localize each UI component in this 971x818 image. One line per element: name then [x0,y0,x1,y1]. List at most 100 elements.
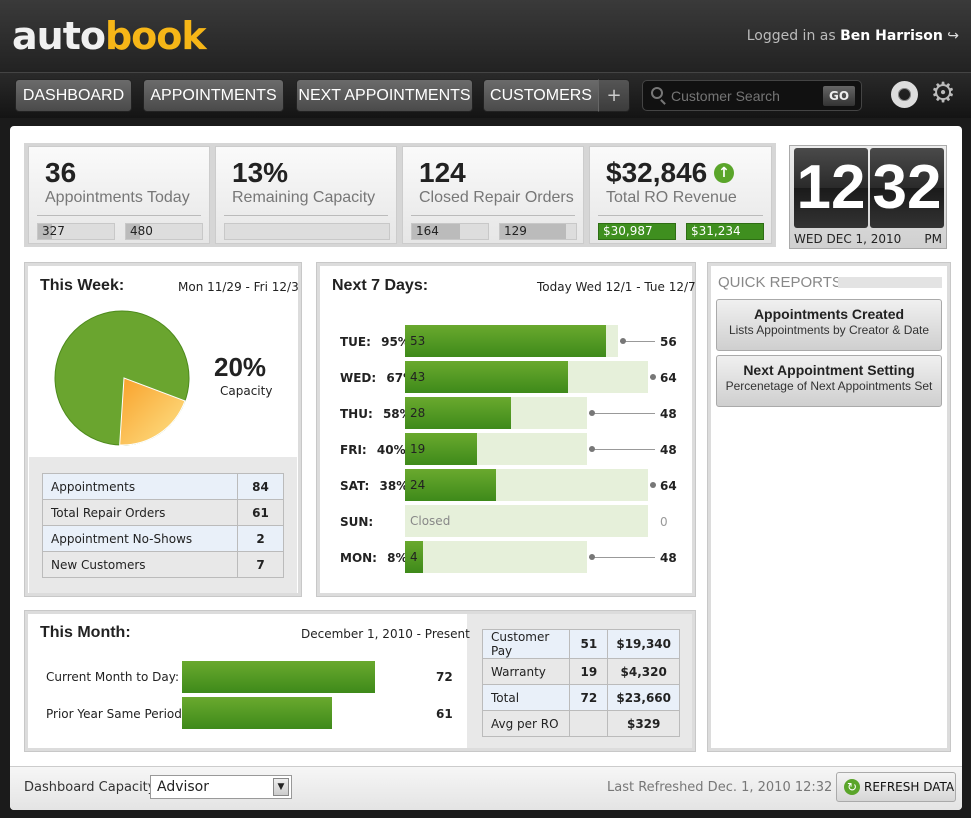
tab-customers[interactable]: CUSTOMERS [483,79,599,112]
capacity-value: 20% [214,352,267,382]
logout-icon[interactable]: ↪ [947,28,959,44]
this-month-title: This Month: [40,624,131,641]
row-value: 84 [237,473,284,500]
row-value: 7 [237,551,284,578]
gear-icon[interactable]: ⚙ [929,79,957,107]
target-dot [589,554,595,560]
stat-total-ro-revenue: $32,846 ↑ Total RO Revenue $30,987 $31,2… [589,146,772,244]
day-value-bar: 28 [405,397,511,429]
clock-minute: 32 [870,148,944,228]
report-subtitle: Percenetage of Next Appointments Set [725,379,933,393]
divider [838,277,942,288]
table-row: Warranty 19 $4,320 [481,658,680,685]
report-next-appointment-setting[interactable]: Next Appointment Setting Percenetage of … [716,355,942,407]
next-7-days-title: Next 7 Days: [332,277,429,294]
row-label: Appointment No-Shows [42,525,238,552]
clock-ampm: PM [924,232,942,246]
day-target-bar [405,541,587,573]
arrow-up-icon: ↑ [714,163,734,183]
prior-year-bar [182,697,332,729]
tab-next-appointments[interactable]: NEXT APPOINTMENTS [296,79,473,112]
row-amount: $19,340 [607,629,680,659]
stat-remaining-capacity: 13% Remaining Capacity [215,146,397,244]
day-target-value: 48 [660,551,677,565]
capacity-select-value: Advisor [157,779,210,795]
table-row: Appointment No-Shows 2 [42,525,284,552]
row-label: Total Repair Orders [42,499,238,526]
table-row: Total Repair Orders 61 [42,499,284,526]
capacity-select[interactable]: Advisor ▼ [150,775,292,799]
row-amount: $329 [607,710,680,737]
table-row: Avg per RO $329 [481,710,680,737]
report-subtitle: Lists Appointments by Creator & Date [728,323,930,337]
row-amount: $23,660 [607,684,680,711]
target-dot [589,410,595,416]
report-appointments-created[interactable]: Appointments Created Lists Appointments … [716,299,942,351]
day-value-bar: 4 [405,541,423,573]
day-label: TUE: 95% [340,335,410,349]
row-label: Avg per RO [481,710,571,737]
stat-mini-bar: 480 [125,223,203,240]
day-label: THU: 58% [340,407,412,421]
next-7-days-range: Today Wed 12/1 - Tue 12/7 [537,280,696,294]
top-bar: autobook Logged in as Ben Harrison ↪ [0,0,971,72]
current-month-label: Current Month to Day: [46,670,180,684]
table-row: Customer Pay 51 $19,340 [481,629,680,659]
this-month-range: December 1, 2010 - Present [301,627,470,641]
day-value-bar: 19 [405,433,477,465]
stat-mini-bar: $30,987 [598,223,676,240]
stat-label: Closed Repair Orders [419,189,574,206]
capacity-label: Capacity [220,384,273,398]
row-count: 19 [569,658,609,685]
search-input[interactable] [671,86,821,106]
clock-date: WED DEC 1, 2010 [794,232,902,246]
row-count: 72 [569,684,609,711]
login-status: Logged in as Ben Harrison ↪ [746,28,959,44]
this-week-table: Appointments 84 Total Repair Orders 61 App… [42,473,284,578]
report-title: Appointments Created [753,306,905,322]
day-value-bar: 24 [405,469,496,501]
add-tab-button[interactable]: + [598,79,630,112]
stat-mini-bar: 129 [499,223,577,240]
tab-dashboard[interactable]: DASHBOARD [15,79,132,112]
prior-year-label: Prior Year Same Period [46,707,182,721]
capacity-select-label: Dashboard Capacity: [24,780,159,795]
user-name[interactable]: Ben Harrison [840,28,943,44]
row-label: Customer Pay [481,629,571,659]
stat-label: Total RO Revenue [606,189,737,206]
search-go-button[interactable]: GO [822,85,856,107]
row-label: New Customers [42,551,238,578]
row-count [569,710,609,737]
clock-widget: 12 32 WED DEC 1, 2010 PM [789,145,947,249]
autobook-logo[interactable]: autobook [12,14,207,58]
row-label: Total [481,684,571,711]
current-month-value: 72 [436,670,453,684]
report-title: Next Appointment Setting [743,362,915,378]
table-row: Total 72 $23,660 [481,684,680,711]
prior-year-value: 61 [436,707,453,721]
chevron-down-icon[interactable]: ▼ [273,778,289,796]
customer-search: GO [642,80,862,111]
day-label: SAT: 38% [340,479,409,493]
divider [224,215,388,216]
help-icon[interactable] [891,81,918,108]
row-value: 61 [237,499,284,526]
row-label: Appointments [42,473,238,500]
stat-value: $32,846 [606,157,708,188]
row-amount: $4,320 [607,658,680,685]
day-target-value: 56 [660,335,677,349]
day-label: SUN: [340,515,374,529]
nav-bar: DASHBOARD APPOINTMENTS NEXT APPOINTMENTS… [0,72,971,118]
day-value-bar: 53 [405,325,606,357]
tab-appointments[interactable]: APPOINTMENTS [143,79,284,112]
stat-label: Remaining Capacity [232,189,376,206]
stat-value: 36 [45,157,77,188]
day-label: MON: 8% [340,551,408,565]
target-dot [620,338,626,344]
refresh-data-button[interactable]: ↻ REFRESH DATA [836,772,956,802]
day-value-bar: 43 [405,361,568,393]
refresh-icon: ↻ [844,779,860,795]
day-target-value: 64 [660,371,677,385]
target-line [589,413,655,414]
divider [411,215,575,216]
